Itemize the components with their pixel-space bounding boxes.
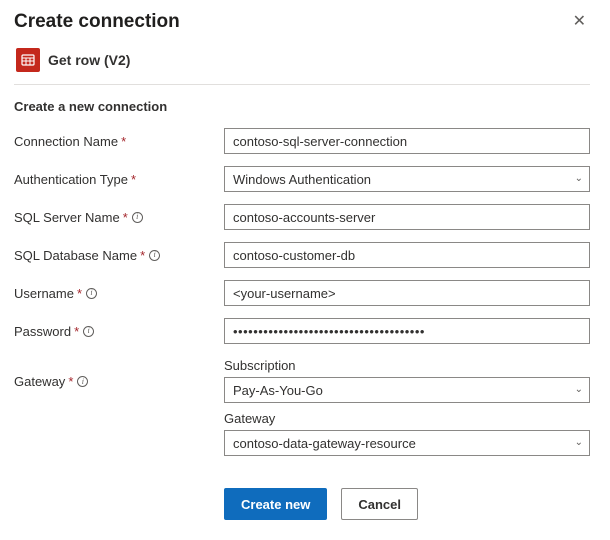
info-icon[interactable]: i — [77, 376, 88, 387]
connection-name-input[interactable] — [224, 128, 590, 154]
chevron-down-icon: ⌄ — [575, 438, 583, 448]
label-connection-name: Connection Name * — [14, 134, 224, 149]
label-gateway: Gateway * i — [14, 356, 224, 389]
chevron-down-icon: ⌄ — [575, 174, 583, 184]
subscription-sublabel: Subscription — [224, 358, 590, 373]
gateway-select[interactable]: contoso-data-gateway-resource ⌄ — [224, 430, 590, 456]
label-auth-type: Authentication Type * — [14, 172, 224, 187]
chevron-down-icon: ⌄ — [575, 385, 583, 395]
close-icon: ✕ — [573, 13, 586, 30]
label-database-name: SQL Database Name * i — [14, 248, 224, 263]
database-name-input[interactable] — [224, 242, 590, 268]
info-icon[interactable]: i — [86, 288, 97, 299]
row-database-name: SQL Database Name * i — [14, 242, 590, 268]
close-button[interactable]: ✕ — [569, 10, 590, 34]
row-connection-name: Connection Name * — [14, 128, 590, 154]
required-marker: * — [73, 324, 79, 339]
row-auth-type: Authentication Type * Windows Authentica… — [14, 166, 590, 192]
cancel-button[interactable]: Cancel — [341, 488, 418, 520]
action-label: Get row (V2) — [48, 52, 130, 68]
row-server-name: SQL Server Name * i — [14, 204, 590, 230]
info-icon[interactable]: i — [149, 250, 160, 261]
row-username: Username * i — [14, 280, 590, 306]
info-icon[interactable]: i — [132, 212, 143, 223]
label-password: Password * i — [14, 324, 224, 339]
required-marker: * — [120, 134, 126, 149]
connection-form: Connection Name * Authentication Type * … — [14, 128, 590, 468]
dialog-header: Create connection ✕ — [14, 10, 590, 34]
server-name-input[interactable] — [224, 204, 590, 230]
action-summary: Get row (V2) — [14, 42, 590, 85]
required-marker: * — [67, 374, 73, 389]
username-input[interactable] — [224, 280, 590, 306]
subscription-select[interactable]: Pay-As-You-Go ⌄ — [224, 377, 590, 403]
password-input[interactable] — [224, 318, 590, 344]
create-connection-panel: Create connection ✕ Get row (V2) Create … — [0, 0, 610, 540]
row-gateway: Gateway * i Subscription Pay-As-You-Go ⌄… — [14, 356, 590, 456]
dialog-footer: Create new Cancel — [14, 488, 590, 520]
required-marker: * — [122, 210, 128, 225]
create-new-button[interactable]: Create new — [224, 488, 327, 520]
required-marker: * — [130, 172, 136, 187]
row-password: Password * i — [14, 318, 590, 344]
info-icon[interactable]: i — [83, 326, 94, 337]
required-marker: * — [139, 248, 145, 263]
required-marker: * — [76, 286, 82, 301]
sql-action-icon — [16, 48, 40, 72]
dialog-title: Create connection — [14, 11, 180, 33]
label-username: Username * i — [14, 286, 224, 301]
section-title: Create a new connection — [14, 99, 590, 114]
gateway-sublabel: Gateway — [224, 411, 590, 426]
label-server-name: SQL Server Name * i — [14, 210, 224, 225]
auth-type-select[interactable]: Windows Authentication ⌄ — [224, 166, 590, 192]
